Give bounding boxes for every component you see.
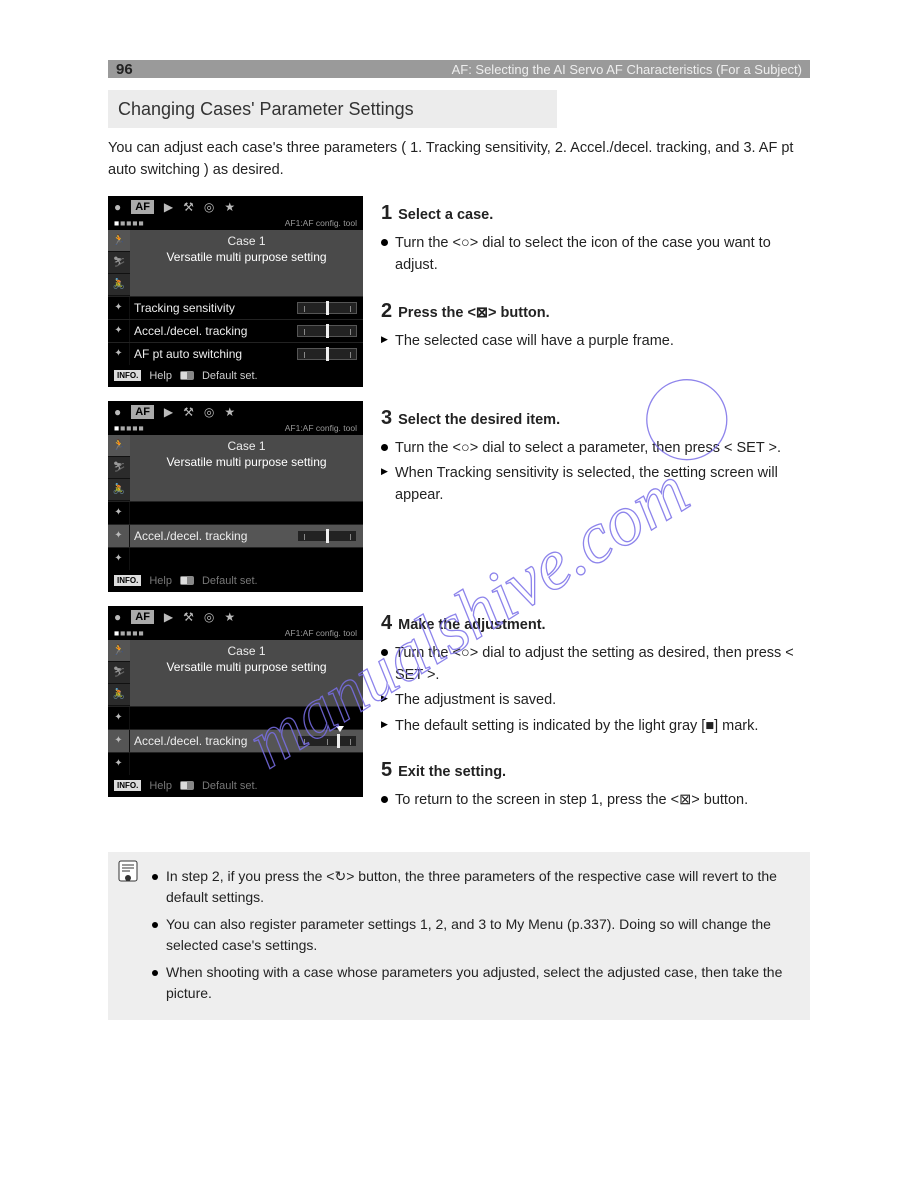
step-5-bullet-1: To return to the screen in step 1, press…: [381, 789, 810, 811]
section-title: Changing Cases' Parameter Settings: [108, 90, 557, 128]
step-4-bullet-3: The default setting is indicated by the …: [381, 715, 810, 737]
step-4: ● AF ▶ ⚒ ◎ ★ ■■■■■ AF1:AF config. tool 🏃…: [108, 606, 810, 812]
lcd-screenshot-3: ● AF ▶ ⚒ ◎ ★ ■■■■■ AF1:AF config. tool 🏃…: [108, 606, 363, 797]
step-1-heading: 1Select a case.: [381, 198, 810, 229]
step-5-heading: 5Exit the setting.: [381, 755, 810, 786]
tab-custom-icon: ◎: [204, 200, 214, 214]
lcd-screenshot-2: ● AF ▶ ⚒ ◎ ★ ■■■■■ AF1:AF config. tool 🏃…: [108, 401, 363, 592]
case-title: Case 1: [136, 234, 357, 248]
info-badge: INFO.: [114, 370, 141, 381]
case-desc: Versatile multi purpose setting: [136, 250, 357, 265]
step-3-bullet-1: Turn the <○> dial to select a parameter,…: [381, 437, 810, 459]
note-box: In step 2, if you press the <↻> button, …: [108, 852, 810, 1020]
note-icon: [118, 860, 138, 882]
tab-play-icon: ▶: [164, 200, 173, 214]
case-icon-1: 🏃: [108, 230, 130, 252]
step-4-bullet-2: The adjustment is saved.: [381, 689, 810, 711]
case-icon-2: ⛷: [108, 252, 130, 274]
step-3-bullet-2: When Tracking sensitivity is selected, t…: [381, 462, 810, 507]
tab-camera-icon: ●: [114, 200, 121, 214]
step-2-bullet: The selected case will have a purple fra…: [381, 330, 810, 352]
tab-af: AF: [131, 200, 154, 214]
footer-default: Default set.: [202, 370, 258, 382]
step-1-bullet: Turn the <○> dial to select the icon of …: [381, 232, 810, 277]
step-4-bullet-1: Turn the <○> dial to adjust the setting …: [381, 642, 810, 687]
step-3: ● AF ▶ ⚒ ◎ ★ ■■■■■ AF1:AF config. tool 🏃…: [108, 401, 810, 592]
step-2-heading: 2Press the <⊠> button.: [381, 296, 810, 327]
page-number: 96: [116, 61, 133, 78]
note-extra: When shooting with a case whose paramete…: [152, 962, 794, 1004]
intro-text: You can adjust each case's three paramet…: [108, 138, 810, 182]
step-1: ● AF ▶ ⚒ ◎ ★ ■■■■■ AF1:AF config. tool 🏃…: [108, 196, 810, 387]
subtab-label: AF1:AF config. tool: [285, 218, 357, 228]
lcd-screenshot-1: ● AF ▶ ⚒ ◎ ★ ■■■■■ AF1:AF config. tool 🏃…: [108, 196, 363, 387]
case-icon-3: 🚴: [108, 274, 130, 296]
note-item-2: You can also register parameter settings…: [152, 914, 794, 956]
note-item-1: In step 2, if you press the <↻> button, …: [152, 866, 794, 908]
tab-star-icon: ★: [224, 200, 235, 214]
footer-help: Help: [149, 370, 172, 382]
tab-wrench-icon: ⚒: [183, 200, 194, 214]
header-text: AF: Selecting the AI Servo AF Characteri…: [452, 62, 802, 77]
step-4-heading: 4Make the adjustment.: [381, 608, 810, 639]
step-3-heading: 3Select the desired item.: [381, 403, 810, 434]
header-bar: 96 AF: Selecting the AI Servo AF Charact…: [108, 60, 810, 78]
